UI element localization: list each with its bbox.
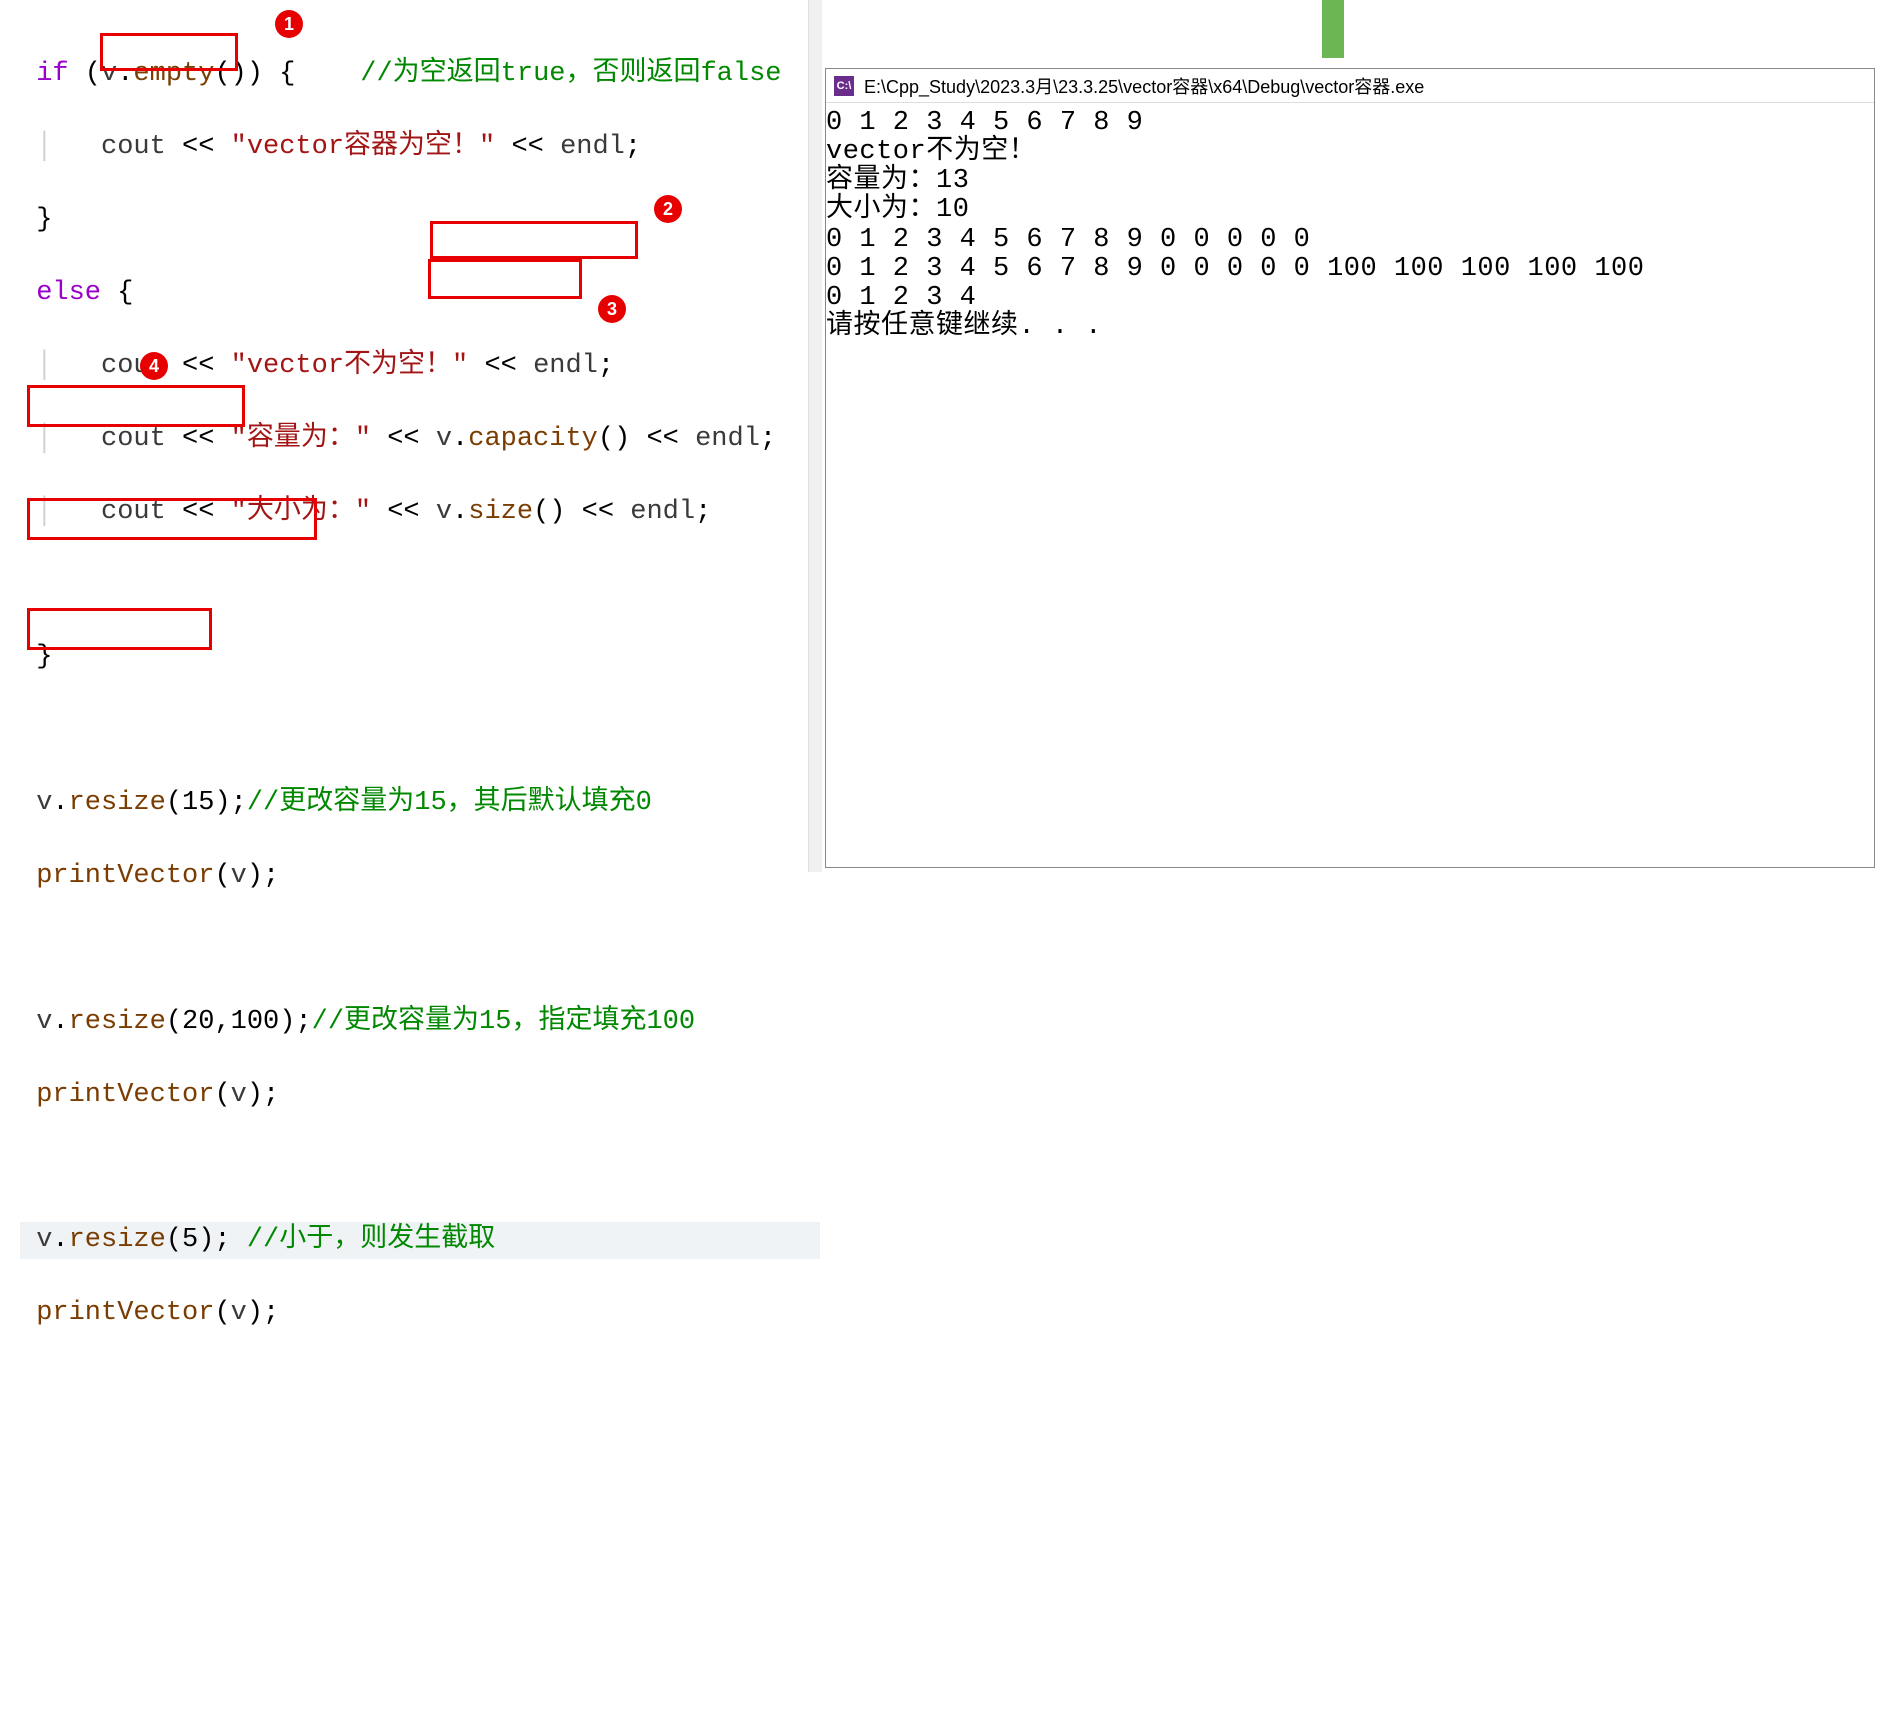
- console-titlebar[interactable]: C:\ E:\Cpp_Study\2023.3月\23.3.25\vector容…: [826, 69, 1874, 103]
- console-window[interactable]: C:\ E:\Cpp_Study\2023.3月\23.3.25\vector容…: [825, 68, 1875, 868]
- console-icon: C:\: [834, 76, 854, 96]
- string: "容量为：": [231, 424, 371, 454]
- indent-guide: │: [36, 129, 52, 165]
- keyword-if: if: [36, 59, 68, 89]
- var-v: v: [231, 1080, 247, 1110]
- num: 100: [231, 1007, 280, 1037]
- highlight-box-empty: [100, 33, 238, 71]
- num: 15: [182, 788, 214, 818]
- decoration-bar: [1322, 0, 1344, 58]
- string: "vector容器为空！": [231, 132, 496, 162]
- fn-print: printVector: [36, 1298, 214, 1328]
- num: 5: [182, 1225, 198, 1255]
- fn-resize: resize: [69, 788, 166, 818]
- editor-scrollbar[interactable]: [808, 0, 822, 872]
- code-editor[interactable]: if (v.empty()) { //为空返回true，否则返回false │ …: [0, 0, 820, 872]
- console-output: 0 1 2 3 4 5 6 7 8 9 vector不为空！ 容量为：13 大小…: [826, 103, 1874, 342]
- keyword-else: else: [36, 278, 101, 308]
- comment: //更改容量为15，其后默认填充0: [247, 788, 652, 818]
- var-v: v: [36, 1007, 52, 1037]
- var-v: v: [36, 1225, 52, 1255]
- badge-1: 1: [275, 10, 303, 38]
- fn-print: printVector: [36, 861, 214, 891]
- badge-3: 3: [598, 295, 626, 323]
- fn-size: size: [468, 497, 533, 527]
- endl: endl: [695, 424, 760, 454]
- endl: endl: [533, 351, 598, 381]
- comment: //为空返回true，否则返回false: [360, 59, 781, 89]
- fn-capacity: capacity: [468, 424, 598, 454]
- badge-2: 2: [654, 195, 682, 223]
- highlight-box-size: [428, 259, 582, 299]
- var-v: v: [436, 424, 452, 454]
- highlight-box-resize15: [27, 385, 245, 427]
- fn-resize: resize: [69, 1007, 166, 1037]
- var-v: v: [231, 1298, 247, 1328]
- fn-print: printVector: [36, 1080, 214, 1110]
- endl: endl: [560, 132, 625, 162]
- num: 20: [182, 1007, 214, 1037]
- highlight-box-capacity: [430, 221, 638, 259]
- comment: //更改容量为15，指定填充100: [312, 1007, 695, 1037]
- highlight-box-resize5: [27, 608, 212, 650]
- comment: //小于，则发生截取: [247, 1225, 495, 1255]
- cout: cout: [101, 424, 166, 454]
- string: "vector不为空！": [231, 351, 469, 381]
- badge-4: 4: [140, 352, 168, 380]
- var-v: v: [36, 788, 52, 818]
- highlight-box-resize20: [27, 498, 317, 540]
- var-v: v: [231, 861, 247, 891]
- cout: cout: [101, 132, 166, 162]
- indent-guide: │: [36, 348, 52, 384]
- var-v: v: [436, 497, 452, 527]
- fn-resize: resize: [69, 1225, 166, 1255]
- console-title-text: E:\Cpp_Study\2023.3月\23.3.25\vector容器\x6…: [864, 73, 1424, 99]
- endl: endl: [630, 497, 695, 527]
